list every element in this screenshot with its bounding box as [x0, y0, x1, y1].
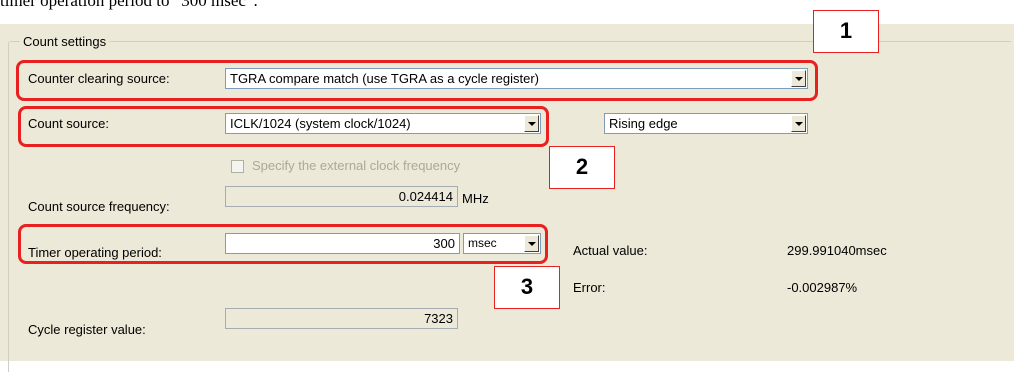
highlight-box-1 [16, 60, 818, 101]
error-label: Error: [573, 280, 606, 295]
callout-1: 1 [813, 10, 879, 53]
frequency-label: Count source frequency: [28, 199, 170, 214]
actual-value: 299.991040msec [787, 243, 887, 258]
frequency-field: 0.024414 [225, 186, 458, 207]
document-text: timer operation period to “300 msec”. [0, 0, 258, 10]
edge-value: Rising edge [609, 116, 678, 131]
external-clock-checkbox[interactable] [231, 160, 244, 173]
highlight-box-2 [18, 106, 549, 147]
cycle-value: 7323 [424, 311, 453, 326]
callout-2: 2 [549, 146, 615, 189]
actual-value-label: Actual value: [573, 243, 648, 258]
edge-select[interactable]: Rising edge [604, 113, 808, 134]
error-value: -0.002987% [787, 280, 858, 295]
external-clock-label: Specify the external clock frequency [252, 158, 461, 173]
frequency-value: 0.024414 [398, 189, 453, 204]
group-title: Count settings [20, 34, 110, 49]
cycle-label: Cycle register value: [28, 322, 146, 337]
highlight-box-3 [18, 224, 548, 264]
frequency-unit: MHz [462, 191, 489, 206]
cycle-field: 7323 [225, 308, 458, 329]
chevron-down-icon[interactable] [791, 115, 806, 132]
callout-3: 3 [494, 266, 560, 309]
